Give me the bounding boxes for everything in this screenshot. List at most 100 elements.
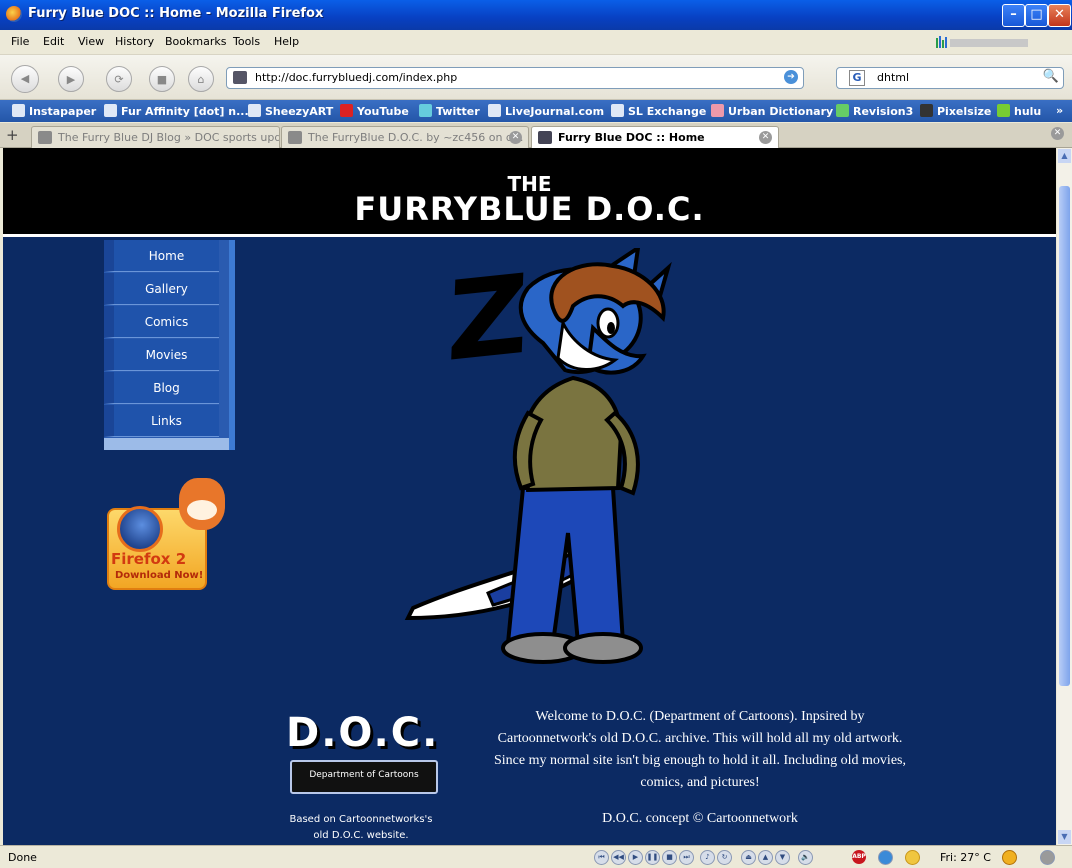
- menu-help[interactable]: Help: [274, 35, 299, 48]
- weather-text: Fri: 27° C: [940, 851, 991, 864]
- nav-blog-link[interactable]: Blog: [104, 372, 219, 404]
- search-box[interactable]: G dhtml 🔍: [836, 67, 1064, 89]
- minimize-button[interactable]: –: [1002, 4, 1025, 27]
- tab-furrybluedj-blog[interactable]: The Furry Blue DJ Blog » DOC sports upd.…: [31, 126, 280, 148]
- firefox-icon: [6, 6, 22, 22]
- search-input[interactable]: dhtml: [877, 71, 909, 84]
- nav-home-link[interactable]: Home: [104, 240, 219, 272]
- menu-file[interactable]: File: [11, 35, 29, 48]
- maximize-button[interactable]: □: [1025, 4, 1048, 27]
- welcome-text: Welcome to D.O.C. (Department of Cartoon…: [494, 709, 906, 790]
- media-down-icon[interactable]: ▼: [775, 850, 790, 865]
- activity-meter-icon: [936, 36, 1028, 48]
- youtube-icon: [340, 104, 353, 117]
- media-play-icon[interactable]: ▶: [628, 850, 643, 865]
- adblock-icon[interactable]: ABP: [852, 850, 866, 864]
- feather-icon: [920, 104, 933, 117]
- bookmarks-overflow-icon[interactable]: »: [1056, 104, 1063, 117]
- search-icon[interactable]: 🔍: [1043, 69, 1059, 84]
- slx-icon: [611, 104, 624, 117]
- bookmark-slexchange[interactable]: SL Exchange: [611, 104, 706, 118]
- tab-favicon-icon: [38, 131, 52, 144]
- firefox-download-badge[interactable]: Firefox 2 Download Now!: [103, 468, 229, 590]
- status-text: Done: [8, 851, 37, 864]
- forward-icon[interactable]: ▶: [58, 66, 84, 92]
- scroll-down-icon[interactable]: ▼: [1058, 830, 1071, 844]
- media-prev-icon[interactable]: ⏮: [594, 850, 609, 865]
- hulu-icon: [997, 104, 1010, 117]
- mascot-illustration: [404, 248, 672, 664]
- tab-close-icon[interactable]: ✕: [509, 131, 522, 144]
- weather-sun-icon: [905, 850, 920, 865]
- doc-logo-text: D.O.C.: [286, 710, 440, 756]
- tab-close-icon[interactable]: ✕: [759, 131, 772, 144]
- bookmark-hulu[interactable]: hulu: [997, 104, 1041, 118]
- tab-furryblue-doc-home[interactable]: Furry Blue DOC :: Home ✕: [531, 126, 779, 149]
- bookmark-pixelsize[interactable]: Pixelsize: [920, 104, 991, 118]
- bookmark-sheezyart[interactable]: SheezyART: [248, 104, 333, 118]
- site-header: THE FURRYBLUE D.O.C.: [3, 148, 1056, 237]
- vertical-scrollbar[interactable]: ▲ ▼: [1057, 148, 1072, 845]
- menu-view[interactable]: View: [78, 35, 104, 48]
- urban-dictionary-icon: [711, 104, 724, 117]
- volume-icon[interactable]: 🔈: [798, 850, 813, 865]
- bookmark-furaffinity[interactable]: Fur Affinity [dot] n...: [104, 104, 249, 118]
- navigation-toolbar: ◀ ▶ ⟳ ■ ⌂ http://doc.furrybluedj.com/ind…: [0, 55, 1072, 100]
- nav-gallery-link[interactable]: Gallery: [104, 273, 219, 305]
- home-icon[interactable]: ⌂: [188, 66, 214, 92]
- menu-history[interactable]: History: [115, 35, 154, 48]
- site-logo: FURRYBLUE D.O.C.: [354, 190, 705, 228]
- scroll-up-icon[interactable]: ▲: [1058, 149, 1071, 163]
- stop-icon[interactable]: ■: [149, 66, 175, 92]
- window-titlebar: Furry Blue DOC :: Home - Mozilla Firefox…: [0, 0, 1072, 30]
- bookmark-revision3[interactable]: Revision3: [836, 104, 913, 118]
- scroll-thumb[interactable]: [1059, 186, 1070, 686]
- close-button[interactable]: ✕: [1048, 4, 1071, 27]
- doc-logo-tagline: Department of Cartoons: [309, 770, 419, 780]
- site-favicon-icon: [233, 71, 247, 84]
- media-eject-icon[interactable]: ⏏: [741, 850, 756, 865]
- bookmark-twitter[interactable]: Twitter: [419, 104, 480, 118]
- back-icon[interactable]: ◀: [11, 65, 39, 93]
- instapaper-icon: [12, 104, 25, 117]
- url-text[interactable]: http://doc.furrybluedj.com/index.php: [255, 71, 457, 84]
- media-music-icon[interactable]: ♪: [700, 850, 715, 865]
- media-repeat-icon[interactable]: ↻: [717, 850, 732, 865]
- bookmark-instapaper[interactable]: Instapaper: [12, 104, 96, 118]
- nav-links-link[interactable]: Links: [104, 405, 219, 437]
- address-bar[interactable]: http://doc.furrybluedj.com/index.php ➔: [226, 67, 804, 89]
- bookmark-urbandictionary[interactable]: Urban Dictionary: [711, 104, 833, 118]
- nav-movies-link[interactable]: Movies: [104, 339, 219, 371]
- tab-strip: + The Furry Blue DJ Blog » DOC sports up…: [0, 123, 1072, 149]
- window-title: Furry Blue DOC :: Home - Mozilla Firefox: [28, 6, 324, 21]
- menubar: File Edit View History Bookmarks Tools H…: [0, 30, 1072, 55]
- tab-favicon-icon: [288, 131, 302, 144]
- media-stop-icon[interactable]: ■: [662, 850, 677, 865]
- new-tab-icon[interactable]: +: [6, 126, 19, 144]
- tab-deviantart[interactable]: The FurryBlue D.O.C. by ~zc456 on d... ✕: [281, 126, 529, 148]
- twitter-icon: [419, 104, 432, 117]
- bookmark-livejournal[interactable]: LiveJournal.com: [488, 104, 604, 118]
- menu-tools[interactable]: Tools: [233, 35, 260, 48]
- bookmark-youtube[interactable]: YouTube: [340, 104, 409, 118]
- media-next-icon[interactable]: ⏭: [679, 850, 694, 865]
- resize-grip-icon[interactable]: [1040, 850, 1055, 865]
- firefox-globe-icon: [117, 506, 163, 552]
- weather-forecast-icon[interactable]: [1002, 850, 1017, 865]
- globe-icon[interactable]: [878, 850, 893, 865]
- fox-face-icon: [187, 500, 217, 520]
- reload-icon[interactable]: ⟳: [106, 66, 132, 92]
- menu-bookmarks[interactable]: Bookmarks: [165, 35, 226, 48]
- go-icon[interactable]: ➔: [784, 70, 798, 84]
- menu-edit[interactable]: Edit: [43, 35, 64, 48]
- nav-comics-link[interactable]: Comics: [104, 306, 219, 338]
- close-tab-icon[interactable]: ✕: [1051, 127, 1064, 140]
- search-engine-icon[interactable]: G: [849, 70, 865, 86]
- media-pause-icon[interactable]: ❚❚: [645, 850, 660, 865]
- media-up-icon[interactable]: ▲: [758, 850, 773, 865]
- tab-favicon-icon: [538, 131, 552, 144]
- status-bar: Done ⏮ ◀◀ ▶ ❚❚ ■ ⏭ ♪ ↻ ⏏ ▲ ▼ 🔈 ABP Fri: …: [0, 845, 1072, 868]
- copyright-note: D.O.C. concept © Cartoonnetwork: [602, 811, 798, 826]
- media-back-icon[interactable]: ◀◀: [611, 850, 626, 865]
- badge-title: Firefox 2: [111, 550, 187, 568]
